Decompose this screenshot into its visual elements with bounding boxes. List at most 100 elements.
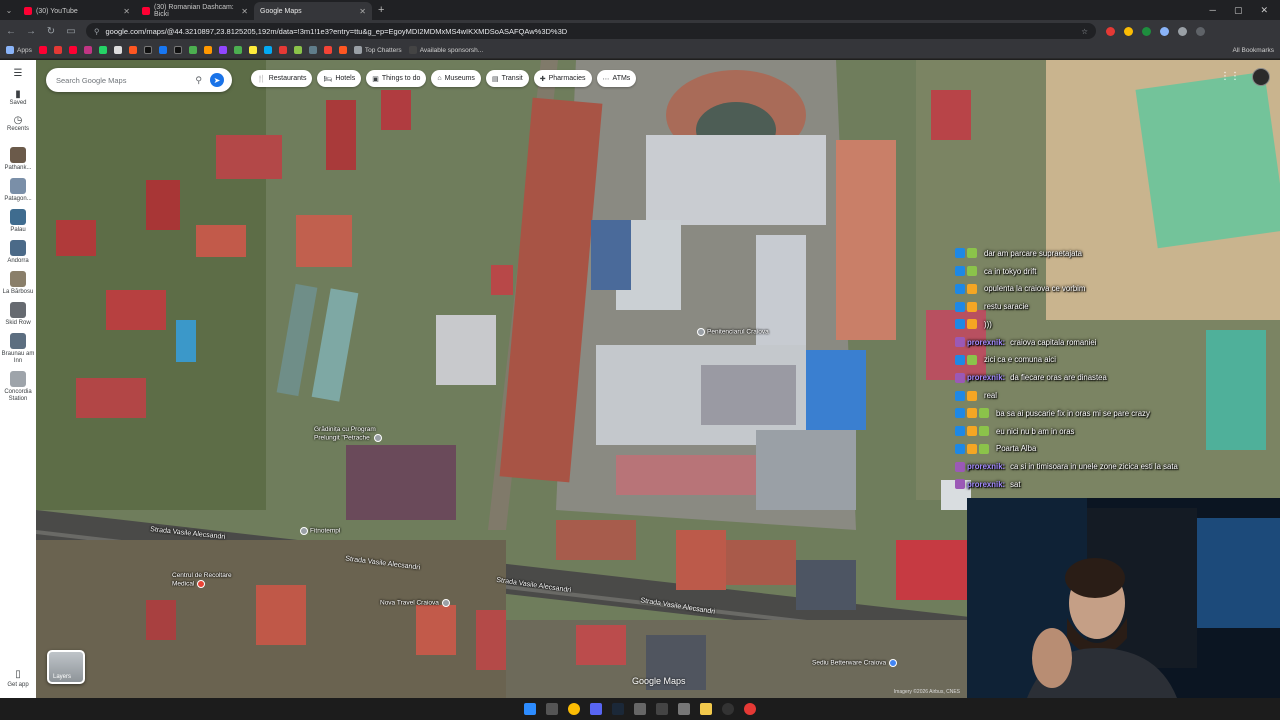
layers-button[interactable]: Layers xyxy=(47,650,85,684)
chip-hotels[interactable]: 🛏 Hotels xyxy=(317,70,362,87)
recent-place[interactable]: Patagon... xyxy=(1,178,35,203)
recent-place[interactable]: Andorra xyxy=(1,240,35,265)
site-info-icon[interactable]: ⚲ xyxy=(94,27,100,36)
close-tab-icon[interactable]: ✕ xyxy=(241,7,248,16)
file-explorer-icon[interactable] xyxy=(700,703,712,715)
menu-button[interactable]: ☰ xyxy=(1,68,35,79)
bookmark-icon[interactable] xyxy=(248,46,257,54)
poi-betterware[interactable]: Sediu Betterware Craiova xyxy=(812,659,899,667)
account-avatar[interactable] xyxy=(1252,68,1270,86)
tab-title: Google Maps xyxy=(260,7,302,15)
saved-button[interactable]: ▮ Saved xyxy=(1,90,35,107)
bookmark-icon[interactable] xyxy=(278,46,287,54)
bookmark-icon[interactable] xyxy=(188,46,197,54)
url-bar[interactable]: ⚲ google.com/maps/@44.3210897,23.8125205… xyxy=(86,23,1096,39)
recent-place[interactable]: Palau xyxy=(1,209,35,234)
chat-badge-icon xyxy=(967,248,977,259)
new-tab-button[interactable]: + xyxy=(378,4,384,16)
app-icon[interactable] xyxy=(678,703,690,715)
app-icon[interactable] xyxy=(634,703,646,715)
close-tab-icon[interactable]: ✕ xyxy=(359,7,366,16)
back-icon[interactable]: ← xyxy=(6,26,16,37)
get-app-button[interactable]: ▯ Get app xyxy=(0,669,36,688)
maximize-icon[interactable]: ▢ xyxy=(1234,5,1243,16)
bookmark-icon[interactable] xyxy=(308,46,317,54)
all-bookmarks[interactable]: All Bookmarks xyxy=(1232,47,1274,54)
recent-place[interactable]: Concordia Station xyxy=(1,371,35,403)
bookmark-icon[interactable] xyxy=(173,46,182,54)
bookmark-sponsorship[interactable]: Available sponsorsh... xyxy=(408,46,483,54)
recent-place[interactable]: Braunau am Inn xyxy=(1,333,35,365)
chip-restaurants[interactable]: 🍴 Restaurants xyxy=(251,70,313,87)
place-thumbnail xyxy=(10,371,26,387)
bookmark-icon[interactable] xyxy=(218,46,227,54)
recent-place[interactable]: Pathank... xyxy=(1,147,35,172)
bookmark-icon[interactable] xyxy=(203,46,212,54)
poi-penitentiary[interactable]: Penitenciarul Craiova xyxy=(697,328,769,336)
recent-place[interactable]: Skid Row xyxy=(1,302,35,327)
chip-atms[interactable]: ⋯ ATMs xyxy=(596,70,637,87)
tab-dashcam[interactable]: (30) Romanian Dashcam: Bicki ✕ xyxy=(136,2,254,20)
obs-icon[interactable] xyxy=(722,703,734,715)
chip-things-to-do[interactable]: ▣ Things to do xyxy=(366,70,427,87)
taskbar-search-icon[interactable] xyxy=(546,703,558,715)
steam-icon[interactable] xyxy=(612,703,624,715)
search-icon[interactable]: ⚲ xyxy=(195,75,202,86)
bookmark-icon[interactable] xyxy=(38,46,47,54)
extensions-puzzle-icon[interactable]: ▭ xyxy=(66,26,76,37)
directions-icon[interactable]: ➤ xyxy=(210,73,224,87)
bookmark-star-icon[interactable]: ☆ xyxy=(1081,27,1088,36)
start-windows-icon[interactable] xyxy=(524,703,536,715)
close-window-icon[interactable]: ✕ xyxy=(1260,5,1268,16)
bookmark-icon[interactable] xyxy=(143,46,152,54)
recent-place[interactable]: La Bărbosu xyxy=(1,271,35,296)
bookmark-apps[interactable]: Apps xyxy=(6,46,32,54)
profile-icon[interactable] xyxy=(1178,26,1187,36)
bookmark-icon[interactable] xyxy=(233,46,242,54)
tab-google-maps[interactable]: Google Maps ✕ xyxy=(254,2,372,70)
maps-search-box[interactable]: Search Google Maps ⚲ ➤ xyxy=(46,68,232,92)
poi-kindergarten[interactable]: Grădinița cu Program Prelungit "Petrache xyxy=(314,426,394,443)
chat-badge-icon xyxy=(955,248,965,259)
bookmark-icon[interactable] xyxy=(338,46,347,54)
extension-icons xyxy=(1106,26,1205,36)
bookmark-icon[interactable] xyxy=(323,46,332,54)
extension-icon[interactable] xyxy=(1106,26,1115,36)
discord-icon[interactable] xyxy=(590,703,602,715)
recents-button[interactable]: ◷ Recents xyxy=(1,116,35,133)
extension-icon[interactable] xyxy=(1160,26,1169,36)
bookmark-icon[interactable] xyxy=(68,46,77,54)
poi-medical[interactable]: Centrul de Recoltare Medical xyxy=(172,572,242,589)
address-toolbar: ← → ↻ ▭ ⚲ google.com/maps/@44.3210897,23… xyxy=(0,20,1280,42)
hamburger-menu-icon: ☰ xyxy=(13,68,23,79)
bookmark-icon[interactable] xyxy=(128,46,137,54)
reload-icon[interactable]: ↻ xyxy=(46,26,56,37)
app-icon[interactable] xyxy=(656,703,668,715)
chip-transit[interactable]: ▤ Transit xyxy=(485,70,529,87)
chrome-icon[interactable] xyxy=(568,703,580,715)
bookmark-icon[interactable] xyxy=(293,46,302,54)
forward-icon[interactable]: → xyxy=(26,26,36,37)
bookmark-icon[interactable] xyxy=(113,46,122,54)
google-apps-icon[interactable]: ⋮⋮ xyxy=(1220,71,1240,82)
bookmark-icon[interactable] xyxy=(158,46,167,54)
chip-museums[interactable]: ⌂ Museums xyxy=(431,70,481,87)
extension-icon[interactable] xyxy=(1142,26,1151,36)
bookmark-top-chatters[interactable]: Top Chatters xyxy=(353,46,402,54)
minimize-icon[interactable]: ─ xyxy=(1210,5,1216,16)
tab-search-icon[interactable]: ⌄ xyxy=(0,6,18,15)
bookmark-icon[interactable] xyxy=(98,46,107,54)
close-tab-icon[interactable]: ✕ xyxy=(123,7,130,16)
chat-message: ba sa ai puscarie fix in oras mi se pare… xyxy=(955,406,1255,421)
menu-icon[interactable] xyxy=(1196,26,1205,36)
app-icon[interactable] xyxy=(744,703,756,715)
search-input[interactable]: Search Google Maps xyxy=(56,76,187,85)
bookmark-icon[interactable] xyxy=(263,46,272,54)
tab-youtube[interactable]: (30) YouTube ✕ xyxy=(18,2,136,20)
poi-travel[interactable]: Nova Travel Craiova xyxy=(380,599,452,607)
bookmark-icon[interactable] xyxy=(53,46,62,54)
extension-icon[interactable] xyxy=(1124,26,1133,36)
chip-pharmacies[interactable]: ✚ Pharmacies xyxy=(533,70,592,87)
bookmark-icon[interactable] xyxy=(83,46,92,54)
poi-fitness[interactable]: Fitnotempl xyxy=(300,527,340,535)
